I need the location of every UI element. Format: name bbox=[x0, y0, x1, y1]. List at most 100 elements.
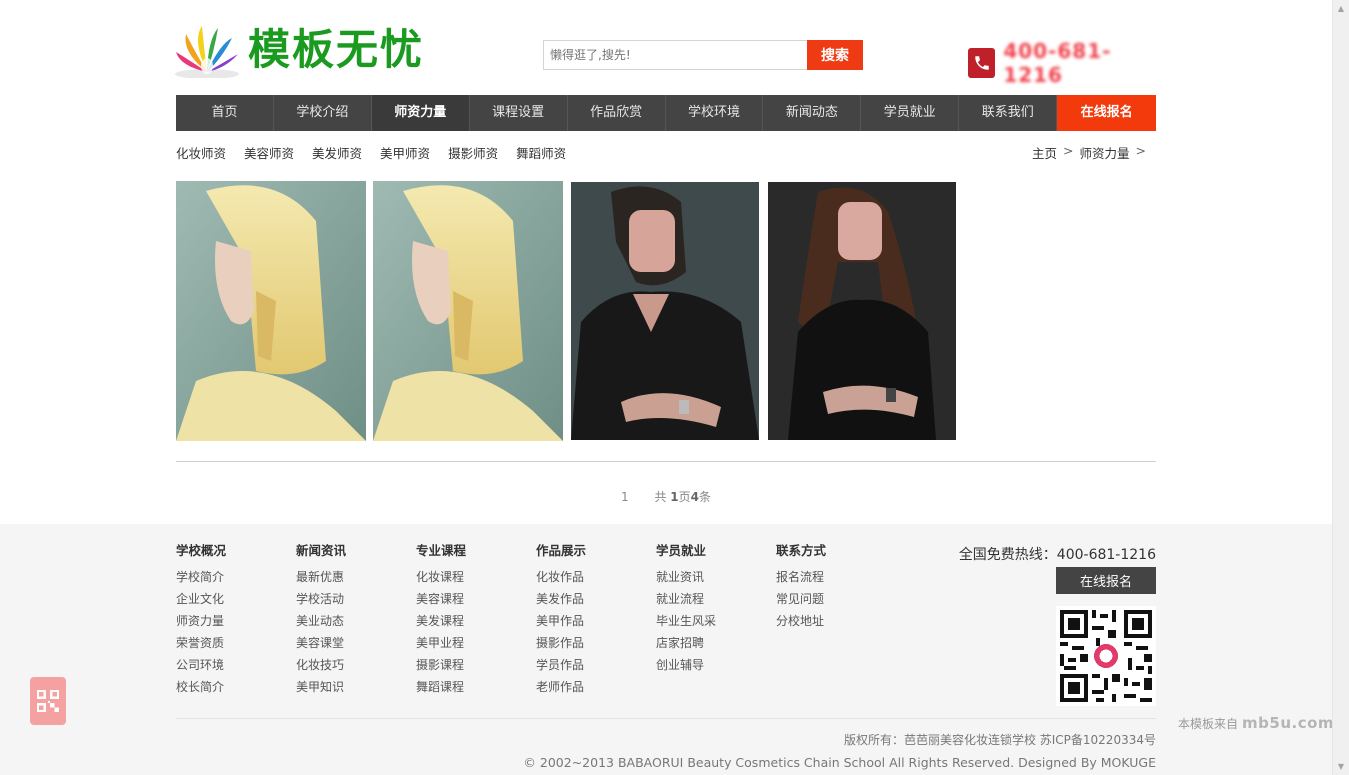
watermark-text: 本模板来自 bbox=[1178, 716, 1239, 731]
floating-qr-button[interactable] bbox=[30, 677, 66, 725]
faculty-photo[interactable] bbox=[571, 182, 759, 440]
main-nav: 首页 学校介绍 师资力量 课程设置 作品欣赏 学校环境 新闻动态 学员就业 联系… bbox=[176, 95, 1157, 131]
breadcrumb-current[interactable]: 师资力量 bbox=[1080, 143, 1130, 162]
nav-item-environment[interactable]: 学校环境 bbox=[666, 95, 764, 131]
footer-link[interactable]: 店家招聘 bbox=[656, 632, 776, 654]
peacock-logo-icon bbox=[172, 22, 242, 79]
nav-item-home[interactable]: 首页 bbox=[176, 95, 274, 131]
footer-link[interactable]: 化妆课程 bbox=[416, 566, 536, 588]
search-bar: 搜索 bbox=[543, 40, 863, 70]
footer-link[interactable]: 美甲业程 bbox=[416, 632, 536, 654]
subnav-item-makeup[interactable]: 化妆师资 bbox=[176, 143, 226, 162]
site-logo[interactable]: 模板无忧 bbox=[172, 22, 462, 79]
nav-item-contact[interactable]: 联系我们 bbox=[959, 95, 1058, 131]
footer-link[interactable]: 就业资讯 bbox=[656, 566, 776, 588]
footer-link[interactable]: 化妆技巧 bbox=[296, 654, 416, 676]
phone-icon bbox=[968, 48, 996, 78]
subnav-item-beauty[interactable]: 美容师资 bbox=[244, 143, 294, 162]
breadcrumb: 主页 > 师资力量 > bbox=[1028, 143, 1152, 162]
qr-code-icon bbox=[1056, 606, 1156, 706]
footer-link[interactable]: 美业动态 bbox=[296, 610, 416, 632]
subnav-item-photo[interactable]: 摄影师资 bbox=[448, 143, 498, 162]
nav-item-school-intro[interactable]: 学校介绍 bbox=[274, 95, 372, 131]
footer-signup-button[interactable]: 在线报名 bbox=[1056, 567, 1156, 594]
footer-column-courses: 专业课程 化妆课程 美容课程 美发课程 美甲业程 摄影课程 舞蹈课程 bbox=[416, 544, 536, 704]
content-divider bbox=[176, 461, 1156, 462]
faculty-photo[interactable] bbox=[768, 182, 956, 440]
phone-number: 400-681-1216 bbox=[1003, 39, 1112, 87]
pager-total-count: 4 bbox=[690, 490, 700, 504]
footer-column-title: 学员就业 bbox=[656, 543, 707, 558]
footer-column-title: 学校概况 bbox=[176, 543, 227, 558]
footer-column-title: 联系方式 bbox=[776, 543, 827, 558]
footer-links: 学校概况 学校简介 企业文化 师资力量 荣誉资质 公司环境 校长简介 新闻资讯 … bbox=[176, 544, 1156, 706]
subnav-item-dance[interactable]: 舞蹈师资 bbox=[516, 143, 566, 162]
footer-column-employment: 学员就业 就业资讯 就业流程 毕业生风采 店家招聘 创业辅导 bbox=[656, 544, 776, 704]
nav-item-courses[interactable]: 课程设置 bbox=[470, 95, 568, 131]
footer-link[interactable]: 就业流程 bbox=[656, 588, 776, 610]
pager-mid: 页 bbox=[678, 490, 691, 504]
pager-total-pages: 1 bbox=[670, 490, 679, 504]
nav-item-news[interactable]: 新闻动态 bbox=[763, 95, 862, 131]
template-watermark: 本模板来自 mb5u.com bbox=[1178, 714, 1334, 732]
footer-link[interactable]: 毕业生风采 bbox=[656, 610, 776, 632]
footer-link[interactable]: 美甲知识 bbox=[296, 676, 416, 698]
footer-link[interactable]: 美甲作品 bbox=[536, 610, 656, 632]
footer-link[interactable]: 校长简介 bbox=[176, 676, 296, 698]
nav-item-faculty[interactable]: 师资力量 bbox=[371, 95, 470, 131]
footer-link[interactable]: 老师作品 bbox=[536, 676, 656, 698]
breadcrumb-separator: > bbox=[1063, 143, 1074, 158]
logo-text: 模板无忧 bbox=[248, 25, 425, 74]
page-number[interactable]: 1 bbox=[621, 490, 629, 504]
footer-link[interactable]: 美发作品 bbox=[536, 588, 656, 610]
faculty-gallery bbox=[176, 181, 1156, 441]
site-header: 模板无忧 搜索 400-681-1216 bbox=[175, 18, 1156, 87]
faculty-photo[interactable] bbox=[373, 181, 563, 441]
footer-column-title: 新闻资讯 bbox=[296, 543, 347, 558]
footer-link[interactable]: 分校地址 bbox=[776, 610, 896, 632]
faculty-photo[interactable] bbox=[176, 181, 366, 441]
footer-link[interactable]: 美发课程 bbox=[416, 610, 536, 632]
search-button[interactable]: 搜索 bbox=[807, 40, 863, 70]
pagination: 1 共 1页4条 bbox=[176, 488, 1156, 506]
footer-link[interactable]: 舞蹈课程 bbox=[416, 676, 536, 698]
footer-link[interactable]: 学校活动 bbox=[296, 588, 416, 610]
nav-item-employment[interactable]: 学员就业 bbox=[861, 95, 960, 131]
breadcrumb-separator: > bbox=[1135, 143, 1146, 158]
breadcrumb-home[interactable]: 主页 bbox=[1032, 143, 1057, 162]
scroll-down-icon[interactable]: ▼ bbox=[1333, 758, 1349, 775]
footer-link[interactable]: 化妆作品 bbox=[536, 566, 656, 588]
subnav-item-nail[interactable]: 美甲师资 bbox=[380, 143, 430, 162]
footer-hotline: 全国免费热线：400-681-1216 bbox=[958, 547, 1156, 563]
footer-link[interactable]: 创业辅导 bbox=[656, 654, 776, 676]
footer-link[interactable]: 常见问题 bbox=[776, 588, 896, 610]
footer-link[interactable]: 企业文化 bbox=[176, 588, 296, 610]
footer-link[interactable]: 学员作品 bbox=[536, 654, 656, 676]
footer-link[interactable]: 美容课程 bbox=[416, 588, 536, 610]
scroll-up-icon[interactable]: ▲ bbox=[1333, 0, 1349, 17]
footer-credits: © 2002~2013 BABAORUI Beauty Cosmetics Ch… bbox=[523, 755, 1156, 770]
footer-link[interactable]: 学校简介 bbox=[176, 566, 296, 588]
footer-link[interactable]: 师资力量 bbox=[176, 610, 296, 632]
footer-link[interactable]: 公司环境 bbox=[176, 654, 296, 676]
footer-link[interactable]: 荣誉资质 bbox=[176, 632, 296, 654]
footer-copyright: 版权所有：芭芭丽美容化妆连锁学校 苏ICP备10220334号 bbox=[843, 733, 1156, 747]
footer-column-contact: 联系方式 报名流程 常见问题 分校地址 bbox=[776, 544, 896, 704]
footer-column-title: 作品展示 bbox=[536, 543, 587, 558]
online-signup-button[interactable]: 在线报名 bbox=[1057, 95, 1157, 131]
footer-link[interactable]: 最新优惠 bbox=[296, 566, 416, 588]
footer-column-school: 学校概况 学校简介 企业文化 师资力量 荣誉资质 公司环境 校长简介 bbox=[176, 544, 296, 704]
phone-contact: 400-681-1216 bbox=[968, 39, 1156, 87]
footer-link[interactable]: 摄影课程 bbox=[416, 654, 536, 676]
qr-small-icon bbox=[37, 690, 59, 712]
nav-item-works[interactable]: 作品欣赏 bbox=[568, 95, 666, 131]
pager-prefix: 共 bbox=[654, 490, 667, 504]
footer-link[interactable]: 摄影作品 bbox=[536, 632, 656, 654]
vertical-scrollbar[interactable]: ▲ ▼ bbox=[1332, 0, 1349, 775]
footer-column-works: 作品展示 化妆作品 美发作品 美甲作品 摄影作品 学员作品 老师作品 bbox=[536, 544, 656, 704]
search-input[interactable] bbox=[543, 40, 807, 70]
footer-link[interactable]: 报名流程 bbox=[776, 566, 896, 588]
footer-link[interactable]: 美容课堂 bbox=[296, 632, 416, 654]
footer-column-news: 新闻资讯 最新优惠 学校活动 美业动态 美容课堂 化妆技巧 美甲知识 bbox=[296, 544, 416, 704]
subnav-item-hair[interactable]: 美发师资 bbox=[312, 143, 362, 162]
